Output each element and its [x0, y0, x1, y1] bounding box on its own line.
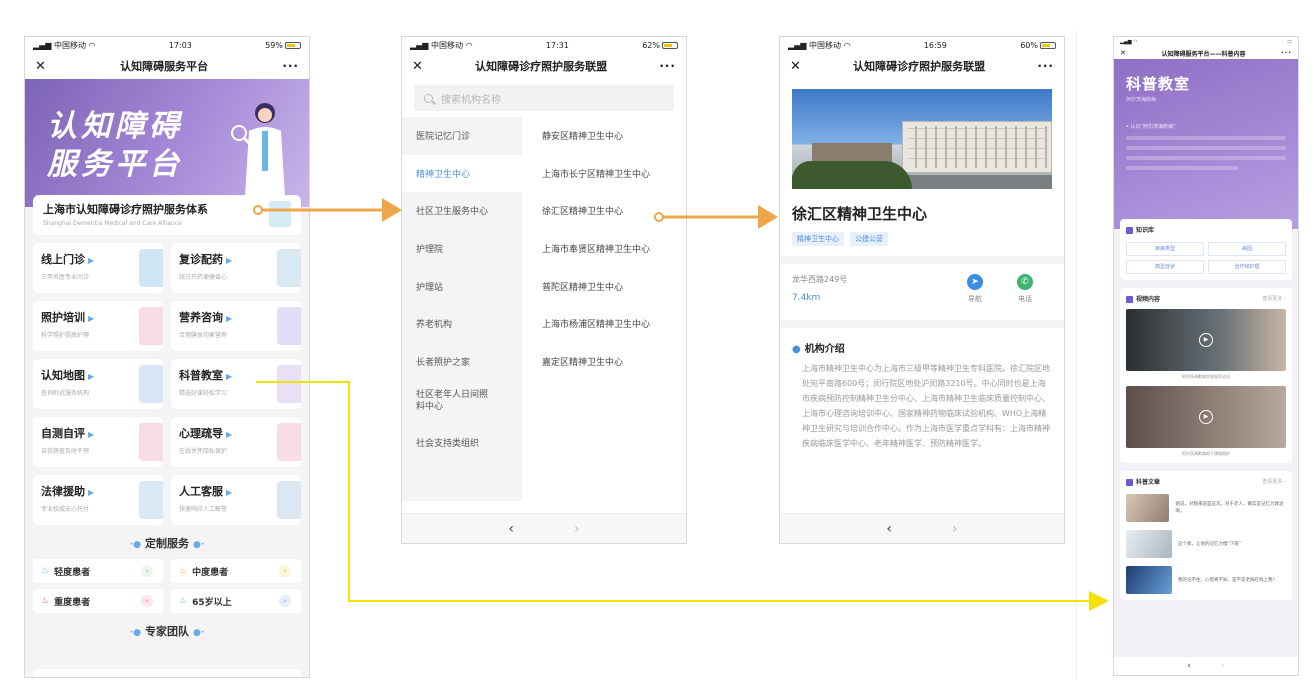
arrow-directory-to-detail: [654, 205, 778, 229]
flow-canvas: ▂▄▆ 中国移动 ◠ 17:03 59% ✕ 认知障碍服务平台 ··· 认知障碍…: [0, 0, 1314, 690]
arrow-classroom-to-education: [256, 381, 1109, 611]
arrow-banner-to-directory: [253, 198, 402, 222]
flow-arrows: [253, 198, 1109, 611]
